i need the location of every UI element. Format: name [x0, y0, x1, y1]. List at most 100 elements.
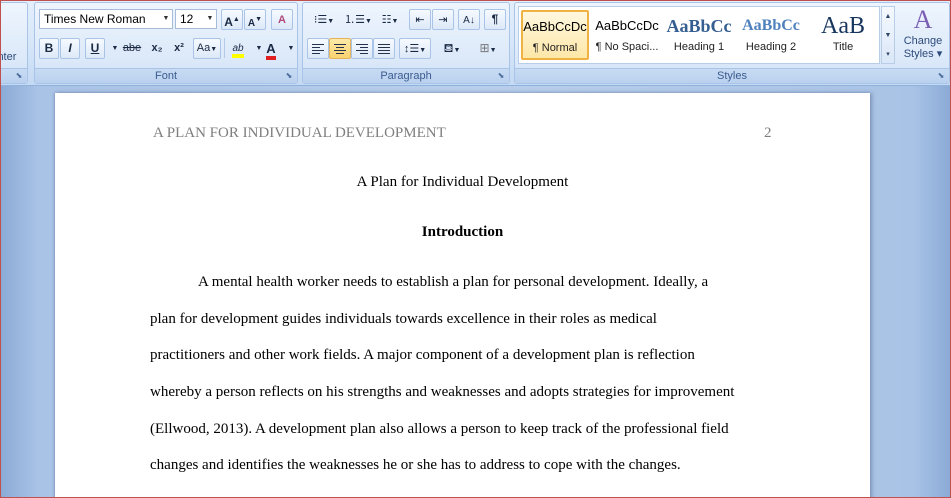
- styles-group: AaBbCcDc ¶ Normal AaBbCcDc ¶ No Spaci...…: [514, 2, 950, 84]
- increase-indent-button[interactable]: ⇥: [432, 9, 454, 30]
- gallery-up-icon[interactable]: ▲: [882, 7, 894, 26]
- sort-icon: A↓: [463, 15, 475, 26]
- decrease-indent-button[interactable]: ⇤: [409, 9, 431, 30]
- style-sample: AaBbCcDc: [595, 18, 659, 33]
- styles-launcher-icon[interactable]: ⬊: [936, 71, 946, 81]
- decrease-indent-icon: ⇤: [415, 14, 425, 26]
- clear-formatting-icon: A: [278, 14, 286, 26]
- style-name: Heading 2: [745, 41, 797, 53]
- numbering-button[interactable]: ⒈☰▼: [341, 9, 375, 30]
- running-header: A PLAN FOR INDIVIDUAL DEVELOPMENT: [153, 125, 446, 141]
- gallery-more-icon[interactable]: ▾: [882, 45, 894, 64]
- shrink-font-button[interactable]: A▼: [244, 9, 266, 30]
- paragraph-launcher-icon[interactable]: ⬊: [496, 71, 506, 81]
- style-no-spacing[interactable]: AaBbCcDc ¶ No Spaci...: [593, 10, 661, 60]
- body-line: practitioners and other work fields. A m…: [150, 347, 695, 363]
- shading-button[interactable]: ⛾▼: [435, 38, 469, 59]
- sort-button[interactable]: A↓: [458, 9, 480, 30]
- style-name: ¶ Normal: [532, 42, 578, 54]
- section-heading: Introduction: [421, 224, 504, 240]
- font-color-dropdown-icon[interactable]: ▼: [281, 38, 301, 59]
- multilevel-list-button[interactable]: ☷▼: [375, 9, 405, 30]
- paragraph-group: ⁝☰▼ ⒈☰▼ ☷▼ ⇤ ⇥ A↓ ¶ ↕☰▼ ⛾▼ ⊞▼ Paragraph …: [302, 2, 510, 84]
- body-line: plan for development guides individuals …: [150, 311, 657, 327]
- highlighter-icon: ab: [232, 43, 244, 58]
- chevron-down-icon: ▼: [206, 15, 214, 22]
- borders-button[interactable]: ⊞▼: [471, 38, 505, 59]
- justify-icon: [378, 42, 390, 56]
- numbered-list-icon: ⒈☰: [344, 14, 365, 26]
- document-title: A Plan for Individual Development: [356, 174, 569, 190]
- line-spacing-button[interactable]: ↕☰▼: [399, 38, 431, 59]
- font-group-label: Font: [35, 68, 297, 83]
- show-formatting-button[interactable]: ¶: [484, 9, 506, 30]
- style-sample: AaBbCc: [666, 16, 732, 36]
- body-line: changes and identifies the weaknesses he…: [150, 457, 681, 473]
- strikethrough-button[interactable]: abe: [119, 38, 145, 59]
- align-right-icon: [356, 42, 368, 56]
- style-sample: AaBbCc: [742, 17, 800, 34]
- superscript-button[interactable]: x²: [169, 38, 189, 59]
- change-styles-label: Change: [903, 35, 943, 47]
- clear-formatting-button[interactable]: A: [271, 9, 293, 30]
- styles-group-label: Styles: [515, 68, 949, 83]
- change-case-button[interactable]: Aa▼: [193, 38, 221, 59]
- paint-bucket-icon: ⛾: [443, 41, 454, 55]
- align-left-icon: [312, 42, 324, 56]
- body-line: whereby a person reflects on his strengt…: [150, 384, 735, 400]
- style-name: Title: [832, 41, 854, 53]
- borders-icon: ⊞: [479, 41, 490, 55]
- bullet-list-icon: ⁝☰: [313, 14, 328, 26]
- gallery-scroll: ▲ ▼ ▾: [881, 6, 895, 64]
- format-painter-button[interactable]: inter: [0, 51, 16, 63]
- grow-font-icon: A: [224, 15, 233, 29]
- line-spacing-icon: ↕☰: [403, 43, 420, 55]
- underline-button[interactable]: U: [85, 38, 105, 59]
- font-group: Times New Roman ▼ 12 ▼ A▲ A▼ A B I U ▼ a…: [34, 2, 298, 84]
- align-left-button[interactable]: [307, 38, 329, 59]
- change-styles-icon: A: [913, 5, 933, 34]
- body-line: (Ellwood, 2013). A development plan also…: [150, 421, 729, 437]
- align-center-button[interactable]: [329, 38, 351, 59]
- bullets-button[interactable]: ⁝☰▼: [307, 9, 341, 30]
- bold-button[interactable]: B: [39, 38, 59, 59]
- font-family-dropdown[interactable]: Times New Roman ▼: [39, 9, 173, 29]
- style-title[interactable]: AaB Title: [809, 10, 877, 60]
- font-color-button[interactable]: A: [261, 38, 281, 60]
- clipboard-launcher-icon[interactable]: ⬊: [14, 71, 24, 81]
- gallery-down-icon[interactable]: ▼: [882, 26, 894, 45]
- italic-button[interactable]: I: [60, 38, 80, 59]
- style-normal[interactable]: AaBbCcDc ¶ Normal: [521, 10, 589, 60]
- font-family-value: Times New Roman: [44, 12, 146, 26]
- clipboard-group: inter ⬊: [0, 2, 28, 84]
- ribbon: inter ⬊ Times New Roman ▼ 12 ▼ A▲ A▼ A B…: [0, 0, 951, 86]
- font-color-icon: A: [266, 41, 276, 60]
- document-page[interactable]: A PLAN FOR INDIVIDUAL DEVELOPMENT 2 A Pl…: [55, 93, 870, 498]
- chevron-down-icon: ▼: [162, 15, 170, 22]
- subscript-button[interactable]: x₂: [147, 38, 167, 59]
- align-center-icon: [334, 42, 346, 56]
- font-launcher-icon[interactable]: ⬊: [284, 71, 294, 81]
- change-case-label: Aa: [196, 42, 211, 54]
- increase-indent-icon: ⇥: [438, 14, 448, 26]
- change-styles-label-2: Styles ▾: [903, 48, 943, 60]
- font-size-value: 12: [180, 12, 194, 26]
- style-sample: AaBbCcDc: [523, 19, 587, 34]
- pilcrow-icon: ¶: [491, 12, 499, 26]
- style-heading-2[interactable]: AaBbCc Heading 2: [737, 10, 805, 60]
- font-size-dropdown[interactable]: 12 ▼: [175, 9, 217, 29]
- quick-styles-gallery: AaBbCcDc ¶ Normal AaBbCcDc ¶ No Spaci...…: [518, 6, 880, 64]
- justify-button[interactable]: [373, 38, 395, 59]
- page-number: 2: [764, 125, 772, 141]
- multilevel-list-icon: ☷: [381, 14, 392, 26]
- body-line: A mental health worker needs to establis…: [198, 274, 709, 290]
- style-heading-1[interactable]: AaBbCc Heading 1: [665, 10, 733, 60]
- style-sample: AaB: [821, 13, 865, 39]
- style-name: Heading 1: [673, 41, 725, 53]
- align-right-button[interactable]: [351, 38, 373, 59]
- highlight-button[interactable]: ab: [227, 38, 249, 59]
- change-styles-button[interactable]: A Change Styles ▾: [898, 5, 948, 67]
- grow-font-button[interactable]: A▲: [221, 9, 243, 30]
- style-name: ¶ No Spaci...: [595, 41, 659, 53]
- paragraph-group-label: Paragraph: [303, 68, 509, 83]
